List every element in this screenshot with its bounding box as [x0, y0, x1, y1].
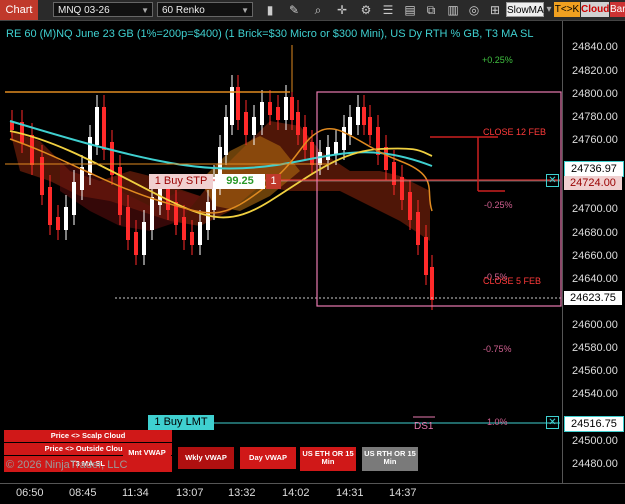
us-rth-button[interactable]: US RTH OR 15 Min: [362, 447, 418, 471]
draw-tool-icon[interactable]: ✎: [286, 2, 302, 18]
y-tick: 24480.00: [572, 458, 618, 470]
bar-button[interactable]: Bar: [610, 2, 625, 17]
buy-stop-order[interactable]: 1 Buy STP: [149, 174, 213, 189]
bar-chart-icon[interactable]: ▮: [262, 2, 278, 18]
y-tick: 24600.00: [572, 319, 618, 331]
attach-icon[interactable]: ⧉: [423, 2, 439, 18]
y-tick: 24560.00: [572, 365, 618, 377]
mnt-vwap-button[interactable]: Mnt VWAP: [123, 445, 171, 461]
template-icon[interactable]: ▤: [402, 2, 418, 18]
x-tick: 14:02: [282, 487, 310, 499]
ds1-label: DS1: [414, 421, 434, 432]
y-tick: 24760.00: [572, 134, 618, 146]
buy-stop-qty[interactable]: 1: [266, 174, 281, 189]
chart-canvas: [5, 45, 562, 424]
x-tick: 14:31: [336, 487, 364, 499]
close-label: CLOSE 12 FEB: [483, 127, 547, 137]
gear-icon[interactable]: ⚙: [358, 2, 374, 18]
x-tick: 13:07: [176, 487, 204, 499]
pct-label: +0.25%: [482, 55, 513, 65]
x-tick: 08:45: [69, 487, 97, 499]
y-tick: 24580.00: [572, 342, 618, 354]
chevron-down-icon: ▼: [141, 6, 149, 15]
buy-stop-price[interactable]: 99.25: [215, 174, 265, 189]
y-tick: 24500.00: [572, 435, 618, 447]
wkly-vwap-button[interactable]: Wkly VWAP: [178, 447, 234, 469]
properties-icon[interactable]: ☰: [380, 2, 396, 18]
search-icon[interactable]: ⌕: [310, 2, 326, 18]
buy-limit-order[interactable]: 1 Buy LMT: [148, 415, 214, 430]
pct-label: 1.0%: [487, 417, 508, 427]
strategy-selector[interactable]: SlowMA: [506, 2, 544, 17]
y-tick: 24660.00: [572, 250, 618, 262]
y-tick: 24800.00: [572, 88, 618, 100]
x-tick: 06:50: [16, 487, 44, 499]
cloud-button[interactable]: Cloud: [581, 2, 609, 17]
close-icon[interactable]: ✕: [546, 416, 559, 429]
low-price-tag: 24623.75: [564, 291, 622, 305]
strategy-icon[interactable]: ◎: [466, 2, 482, 18]
us-eth-button[interactable]: US ETH OR 15 Min: [300, 447, 356, 471]
x-tick: 11:34: [122, 487, 149, 499]
plus-icon[interactable]: ⊞: [487, 2, 503, 18]
stop-price-tag: 24724.00: [564, 176, 622, 190]
instrument-value: MNQ 03-26: [58, 5, 110, 16]
copyright: © 2026 NinjaTrader, LLC: [6, 459, 128, 471]
indicator-icon[interactable]: ▥: [445, 2, 461, 18]
chart-tab[interactable]: Chart: [0, 0, 38, 20]
pct-label: -0.75%: [483, 344, 512, 354]
y-tick: 24680.00: [572, 227, 618, 239]
y-tick: 24780.00: [572, 111, 618, 123]
pct-label: -0.25%: [484, 200, 513, 210]
instrument-selector[interactable]: MNQ 03-26 ▼: [53, 2, 153, 17]
chart-toolbar: Chart MNQ 03-26 ▼ 60 Renko ▼ ▮ ✎ ⌕ ✛ ⚙ ☰ ▤…: [0, 0, 625, 21]
y-tick: 24700.00: [572, 203, 618, 215]
chevron-down-icon: ▼: [241, 6, 249, 15]
close-label: CLOSE 5 FEB: [483, 276, 542, 286]
chevron-down-icon[interactable]: ▾: [546, 2, 552, 17]
y-tick: 24840.00: [572, 41, 618, 53]
x-tick: 13:32: [228, 487, 256, 499]
y-tick: 24640.00: [572, 273, 618, 285]
chart-title: RE 60 (M)NQ June 23 GB (1%=200p=$400) (1…: [6, 28, 534, 40]
crosshair-icon[interactable]: ✛: [334, 2, 350, 18]
day-vwap-button[interactable]: Day VWAP: [240, 447, 296, 469]
x-tick: 14:37: [389, 487, 417, 499]
close-icon[interactable]: ✕: [546, 174, 559, 187]
period-value: 60 Renko: [162, 5, 205, 16]
y-tick: 24540.00: [572, 388, 618, 400]
scalp-cloud-button[interactable]: Price <> Scalp Cloud: [4, 430, 172, 442]
current-price-tag: 24736.97: [564, 161, 624, 177]
price-chart-panel[interactable]: RE 60 (M)NQ June 23 GB (1%=200p=$400) (1…: [0, 21, 562, 483]
tck-button[interactable]: T<>K: [554, 2, 580, 17]
limit-price-tag: 24516.75: [564, 416, 624, 432]
y-tick: 24820.00: [572, 65, 618, 77]
period-selector[interactable]: 60 Renko ▼: [157, 2, 253, 17]
range-box: [316, 91, 562, 307]
